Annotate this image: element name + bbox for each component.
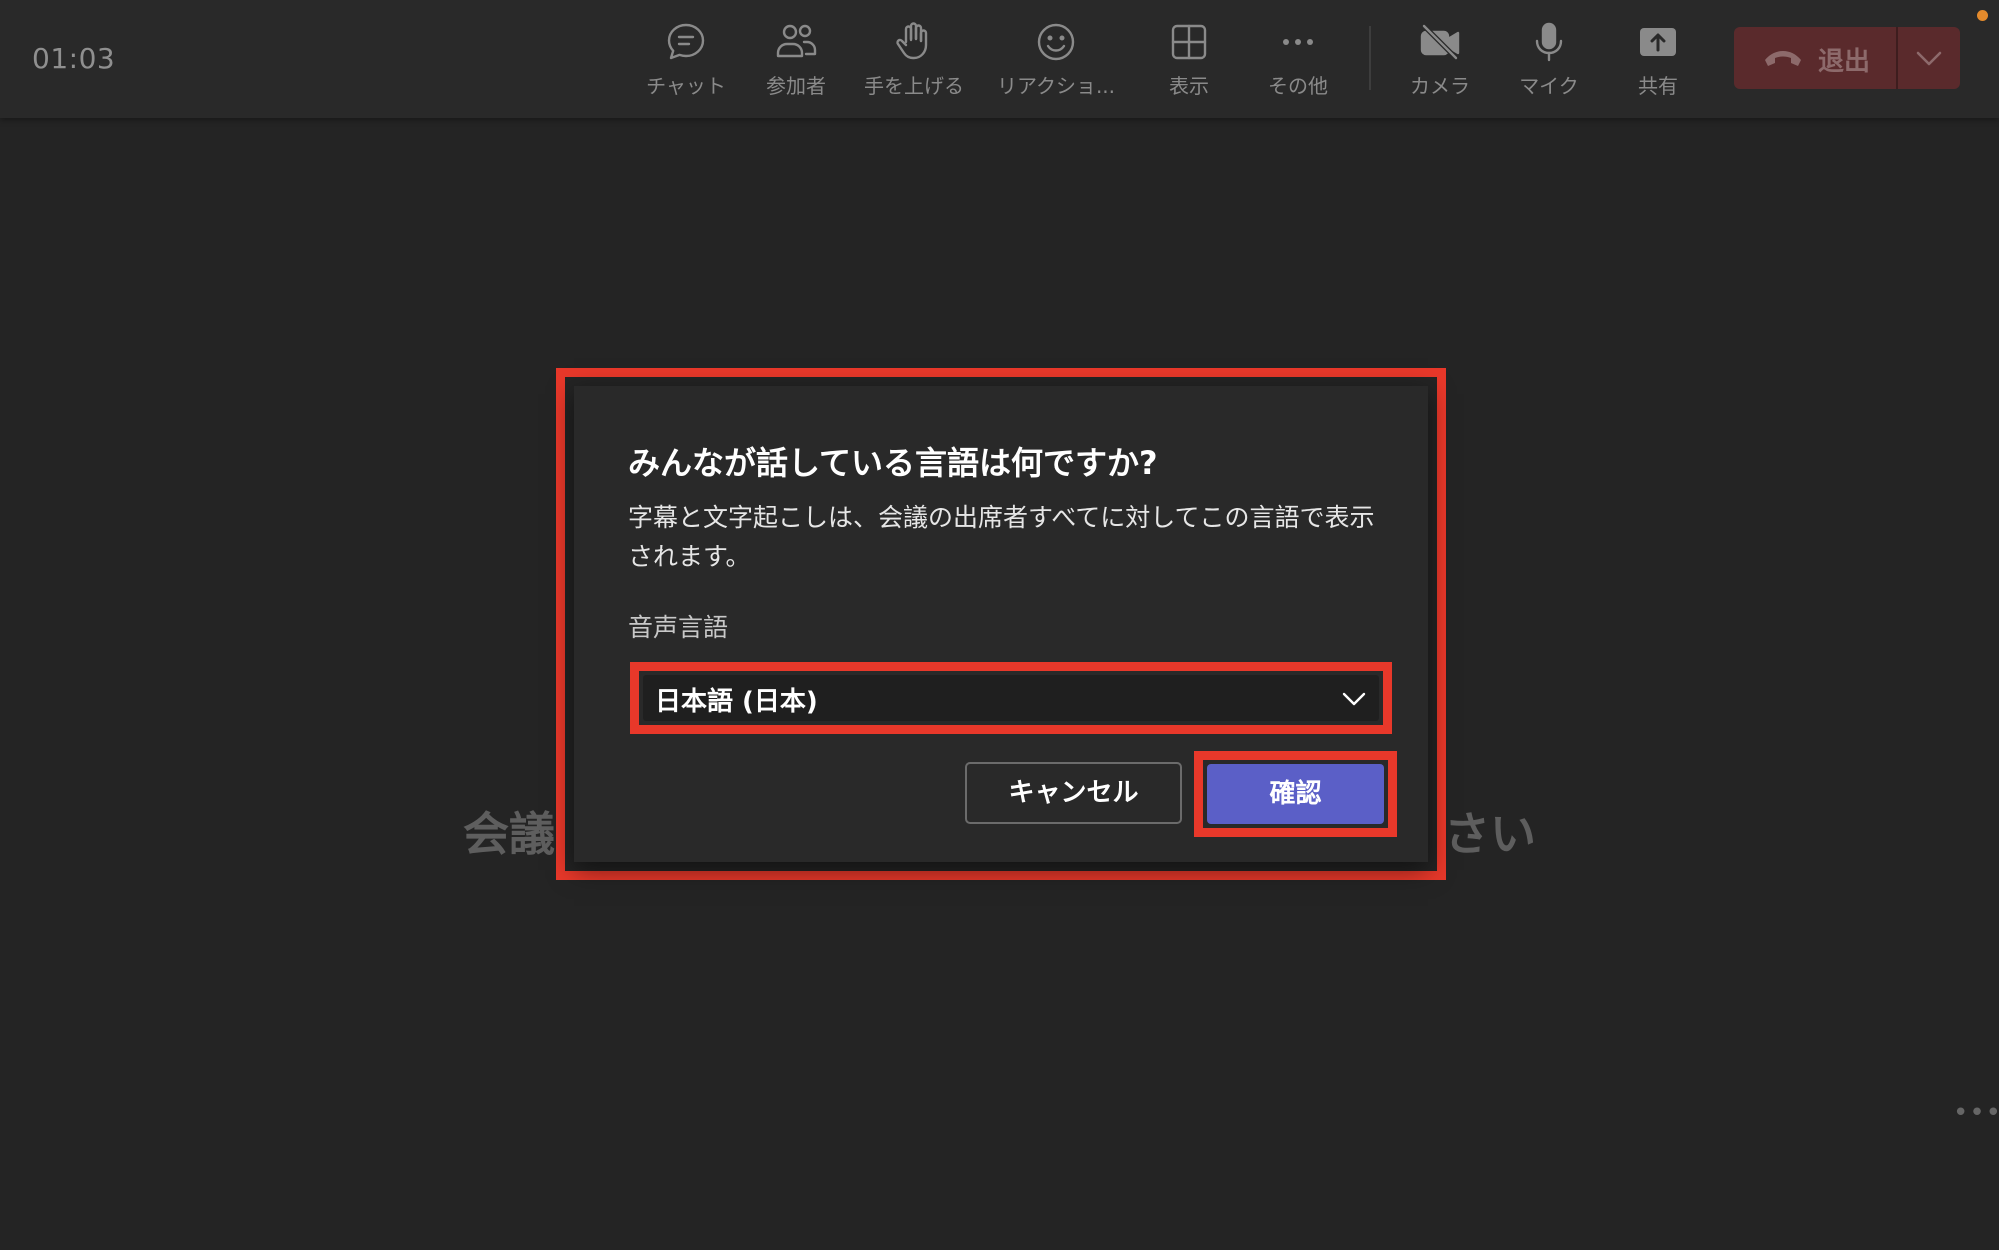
leave-button-group: 退出: [1734, 27, 1960, 89]
call-timer: 01:03: [32, 42, 116, 75]
share-button[interactable]: 共有: [1598, 20, 1718, 104]
notification-dot: [1977, 10, 1988, 21]
reactions-button[interactable]: リアクショ...: [996, 20, 1116, 104]
chat-icon: [664, 20, 708, 64]
stage-more-icon[interactable]: •••: [1953, 1098, 1999, 1128]
meeting-toolbar: 01:03 チャット 参加者 手を上げる リアクショ... 表示 その他 カメラ…: [0, 0, 1999, 118]
view-button[interactable]: 表示: [1129, 20, 1249, 104]
more-icon: [1276, 20, 1320, 64]
raise-hand-button[interactable]: 手を上げる: [854, 20, 974, 104]
select-highlight-frame: 日本語 (日本): [630, 662, 1392, 734]
spoken-language-select[interactable]: 日本語 (日本): [643, 675, 1379, 721]
more-label: その他: [1268, 74, 1328, 98]
chevron-down-icon: [1342, 692, 1366, 706]
chevron-down-icon: [1916, 51, 1942, 66]
more-button[interactable]: その他: [1238, 20, 1358, 104]
dialog-title: みんなが話している言語は何ですか?: [628, 444, 1158, 482]
view-label: 表示: [1169, 74, 1209, 98]
share-upload-icon: [1636, 20, 1680, 64]
camera-off-icon: [1418, 20, 1462, 64]
mic-label: マイク: [1519, 74, 1579, 98]
leave-label: 退出: [1818, 47, 1871, 77]
share-label: 共有: [1638, 74, 1678, 98]
leave-button[interactable]: 退出: [1734, 27, 1896, 89]
confirm-button[interactable]: 確認: [1207, 764, 1384, 824]
hand-icon: [892, 20, 936, 64]
people-icon: [774, 20, 818, 64]
chat-label: チャット: [646, 74, 726, 98]
dialog-description: 字幕と文字起こしは、会議の出席者すべてに対してこの言語で表示されます。: [628, 503, 1375, 571]
raise-hand-label: 手を上げる: [864, 74, 964, 98]
smiley-icon: [1034, 20, 1078, 64]
confirm-highlight-frame: 確認: [1194, 751, 1397, 837]
participants-button[interactable]: 参加者: [736, 20, 856, 104]
dialog-highlight-frame: みんなが話している言語は何ですか? 字幕と文字起こしは、会議の出席者すべてに対し…: [556, 368, 1446, 880]
microphone-icon: [1527, 20, 1571, 64]
mic-button[interactable]: マイク: [1489, 20, 1609, 104]
reactions-label: リアクショ...: [996, 74, 1116, 98]
participants-label: 参加者: [766, 74, 826, 98]
hang-up-icon: [1765, 51, 1801, 66]
background-message-right: さい: [1444, 807, 1536, 861]
spoken-language-dialog: みんなが話している言語は何ですか? 字幕と文字起こしは、会議の出席者すべてに対し…: [574, 386, 1428, 862]
camera-button[interactable]: カメラ: [1380, 20, 1500, 104]
background-message-left: 会議: [463, 807, 555, 861]
spoken-language-label: 音声言語: [628, 613, 729, 642]
cancel-button[interactable]: キャンセル: [965, 762, 1182, 824]
selected-language: 日本語 (日本): [655, 687, 818, 717]
toolbar-divider: [1369, 26, 1371, 90]
leave-options-button[interactable]: [1898, 27, 1960, 89]
chat-button[interactable]: チャット: [626, 20, 746, 104]
grid-icon: [1167, 20, 1211, 64]
camera-label: カメラ: [1410, 74, 1470, 98]
